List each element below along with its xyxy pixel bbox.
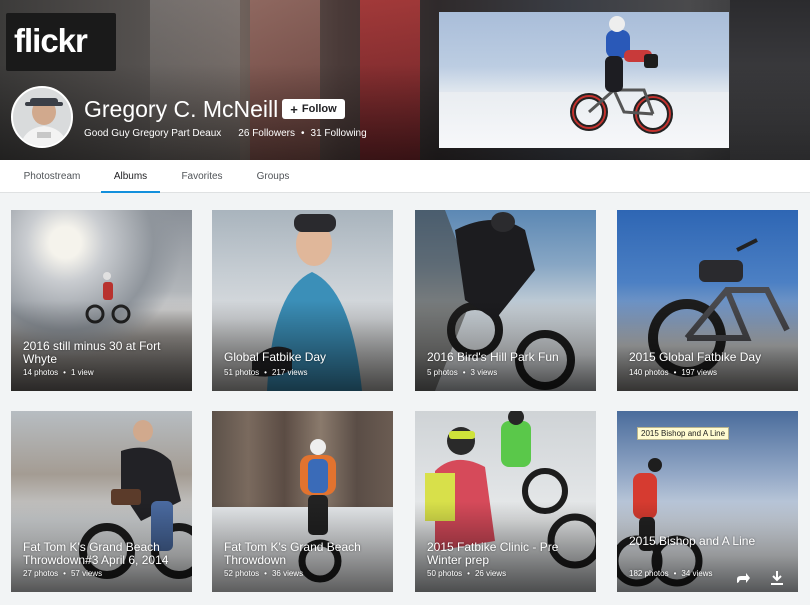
- album-title: Fat Tom K's Grand Beach Throwdown: [224, 540, 361, 567]
- album-meta: 5 photos • 3 views: [427, 368, 498, 377]
- separator-dot: •: [301, 128, 305, 139]
- tab-favorites[interactable]: Favorites: [173, 160, 231, 193]
- album-meta: 27 photos • 57 views: [23, 569, 103, 578]
- cover-banner: flickr Gregory C. McNeill + Follow Good …: [0, 0, 810, 160]
- profile-tagline: Good Guy Gregory Part Deaux: [84, 128, 222, 139]
- profile-name: Gregory C. McNeill: [84, 96, 279, 122]
- tab-groups[interactable]: Groups: [247, 160, 299, 193]
- profile-tabs: Photostream Albums Favorites Groups: [0, 160, 810, 193]
- logo-text: flickr: [14, 22, 88, 59]
- album-meta: 140 photos • 197 views: [629, 368, 717, 377]
- album-title: 2015 Fatbike Clinic - Pre Winter prep: [427, 540, 559, 567]
- fatbike-rider-graphic: [570, 16, 673, 134]
- album-title: 2015 Bishop and A Line: [629, 534, 756, 548]
- tab-albums[interactable]: Albums: [101, 160, 160, 193]
- flickr-logo[interactable]: flickr: [6, 13, 116, 71]
- album-meta: 51 photos • 217 views: [224, 368, 308, 377]
- plus-icon: +: [290, 101, 298, 117]
- album-card[interactable]: Fat Tom K's Grand Beach Throwdown#3 Apri…: [11, 411, 192, 592]
- avatar[interactable]: [11, 86, 73, 148]
- album-tooltip: 2015 Bishop and A Line: [637, 427, 730, 440]
- album-title: Global Fatbike Day: [224, 350, 327, 364]
- profile-meta: Good Guy Gregory Part Deaux 26 Followers…: [84, 128, 367, 139]
- album-card[interactable]: Fat Tom K's Grand Beach Throwdown 52 pho…: [212, 411, 393, 592]
- tab-photostream[interactable]: Photostream: [14, 160, 90, 193]
- album-card[interactable]: 2015 Bishop and A Line 2015 Bishop and A…: [617, 411, 798, 592]
- followers-link[interactable]: 26 Followers: [238, 128, 295, 139]
- album-meta: 52 photos • 36 views: [224, 569, 304, 578]
- following-link[interactable]: 31 Following: [311, 128, 367, 139]
- album-meta: 50 photos • 26 views: [427, 569, 507, 578]
- album-meta: 182 photos • 34 views: [629, 569, 713, 578]
- album-title: 2016 still minus 30 at Fort Whyte: [23, 339, 161, 366]
- follow-button[interactable]: + Follow: [282, 99, 345, 119]
- album-card[interactable]: 2015 Global Fatbike Day 140 photos • 197 v…: [617, 210, 798, 391]
- album-title: 2016 Bird's Hill Park Fun: [427, 350, 559, 364]
- follow-label: Follow: [301, 103, 337, 115]
- album-card[interactable]: Global Fatbike Day 51 photos • 217 views: [212, 210, 393, 391]
- album-title: Fat Tom K's Grand Beach Throwdown#3 Apri…: [23, 540, 169, 567]
- album-card[interactable]: 2016 still minus 30 at Fort Whyte 14 pho…: [11, 210, 192, 391]
- album-title: 2015 Global Fatbike Day: [629, 350, 762, 364]
- album-meta: 14 photos • 1 view: [23, 368, 94, 377]
- album-card[interactable]: 2015 Fatbike Clinic - Pre Winter prep 50…: [415, 411, 596, 592]
- album-card[interactable]: 2016 Bird's Hill Park Fun 5 photos • 3 vie…: [415, 210, 596, 391]
- share-icon[interactable]: [735, 570, 751, 586]
- download-icon[interactable]: [769, 570, 785, 586]
- cover-feature-photo: [439, 12, 729, 148]
